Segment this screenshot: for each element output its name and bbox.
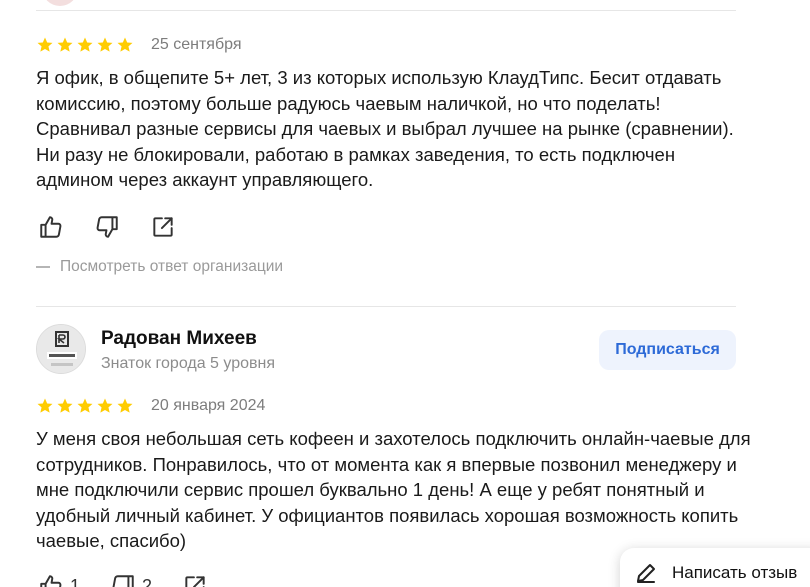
- prev-review-actions: [38, 214, 206, 240]
- review-rating-stars: [36, 397, 134, 415]
- write-review-label: Написать отзыв: [672, 563, 798, 582]
- review-divider: [36, 306, 736, 307]
- share-icon: [185, 576, 205, 587]
- prev-review-date: 25 сентября: [151, 36, 242, 53]
- review-date: 20 января 2024: [151, 397, 266, 414]
- avatar[interactable]: [36, 324, 86, 374]
- dislike-button[interactable]: [94, 214, 120, 240]
- dislike-icon: [96, 216, 118, 238]
- star-icon: [77, 37, 93, 52]
- star-icon: [57, 37, 73, 52]
- author-name[interactable]: Радован Михеев: [101, 328, 257, 350]
- star-icon: [97, 398, 113, 413]
- star-icon: [77, 398, 93, 413]
- like-button[interactable]: 1: [38, 573, 80, 587]
- share-icon: [153, 217, 173, 237]
- dislike-count: 2: [142, 575, 153, 587]
- prev-review-avatar: [42, 0, 78, 6]
- view-org-reply-link[interactable]: Посмотреть ответ организации: [36, 258, 283, 276]
- like-button[interactable]: [38, 214, 64, 240]
- author-level: Знаток города 5 уровня: [101, 355, 276, 372]
- star-icon: [57, 398, 73, 413]
- star-icon: [117, 398, 133, 413]
- write-review-button[interactable]: Написать отзыв: [620, 548, 810, 587]
- like-icon: [40, 575, 62, 587]
- share-button[interactable]: [150, 214, 176, 240]
- pencil-icon: [637, 564, 655, 583]
- prev-review-text: Я офик, в общепите 5+ лет, 3 из которых …: [36, 67, 734, 190]
- view-org-reply-label: Посмотреть ответ организации: [60, 258, 284, 275]
- dash-decoration: [36, 266, 50, 268]
- dislike-button[interactable]: 2: [110, 573, 152, 587]
- review-actions: 1 2: [38, 573, 238, 587]
- subscribe-button[interactable]: Подписаться: [599, 330, 736, 370]
- share-button[interactable]: [182, 573, 208, 587]
- star-icon: [97, 37, 113, 52]
- star-icon: [37, 398, 53, 413]
- review-divider: [36, 10, 736, 11]
- prev-review-rating-stars: [36, 36, 134, 54]
- like-icon: [40, 216, 62, 238]
- lorem-logo-icon: [37, 325, 85, 373]
- star-icon: [117, 37, 133, 52]
- star-icon: [37, 37, 53, 52]
- review-text: У меня своя небольшая сеть кофеен и захо…: [36, 428, 751, 551]
- like-count: 1: [70, 575, 81, 587]
- dislike-icon: [112, 575, 134, 587]
